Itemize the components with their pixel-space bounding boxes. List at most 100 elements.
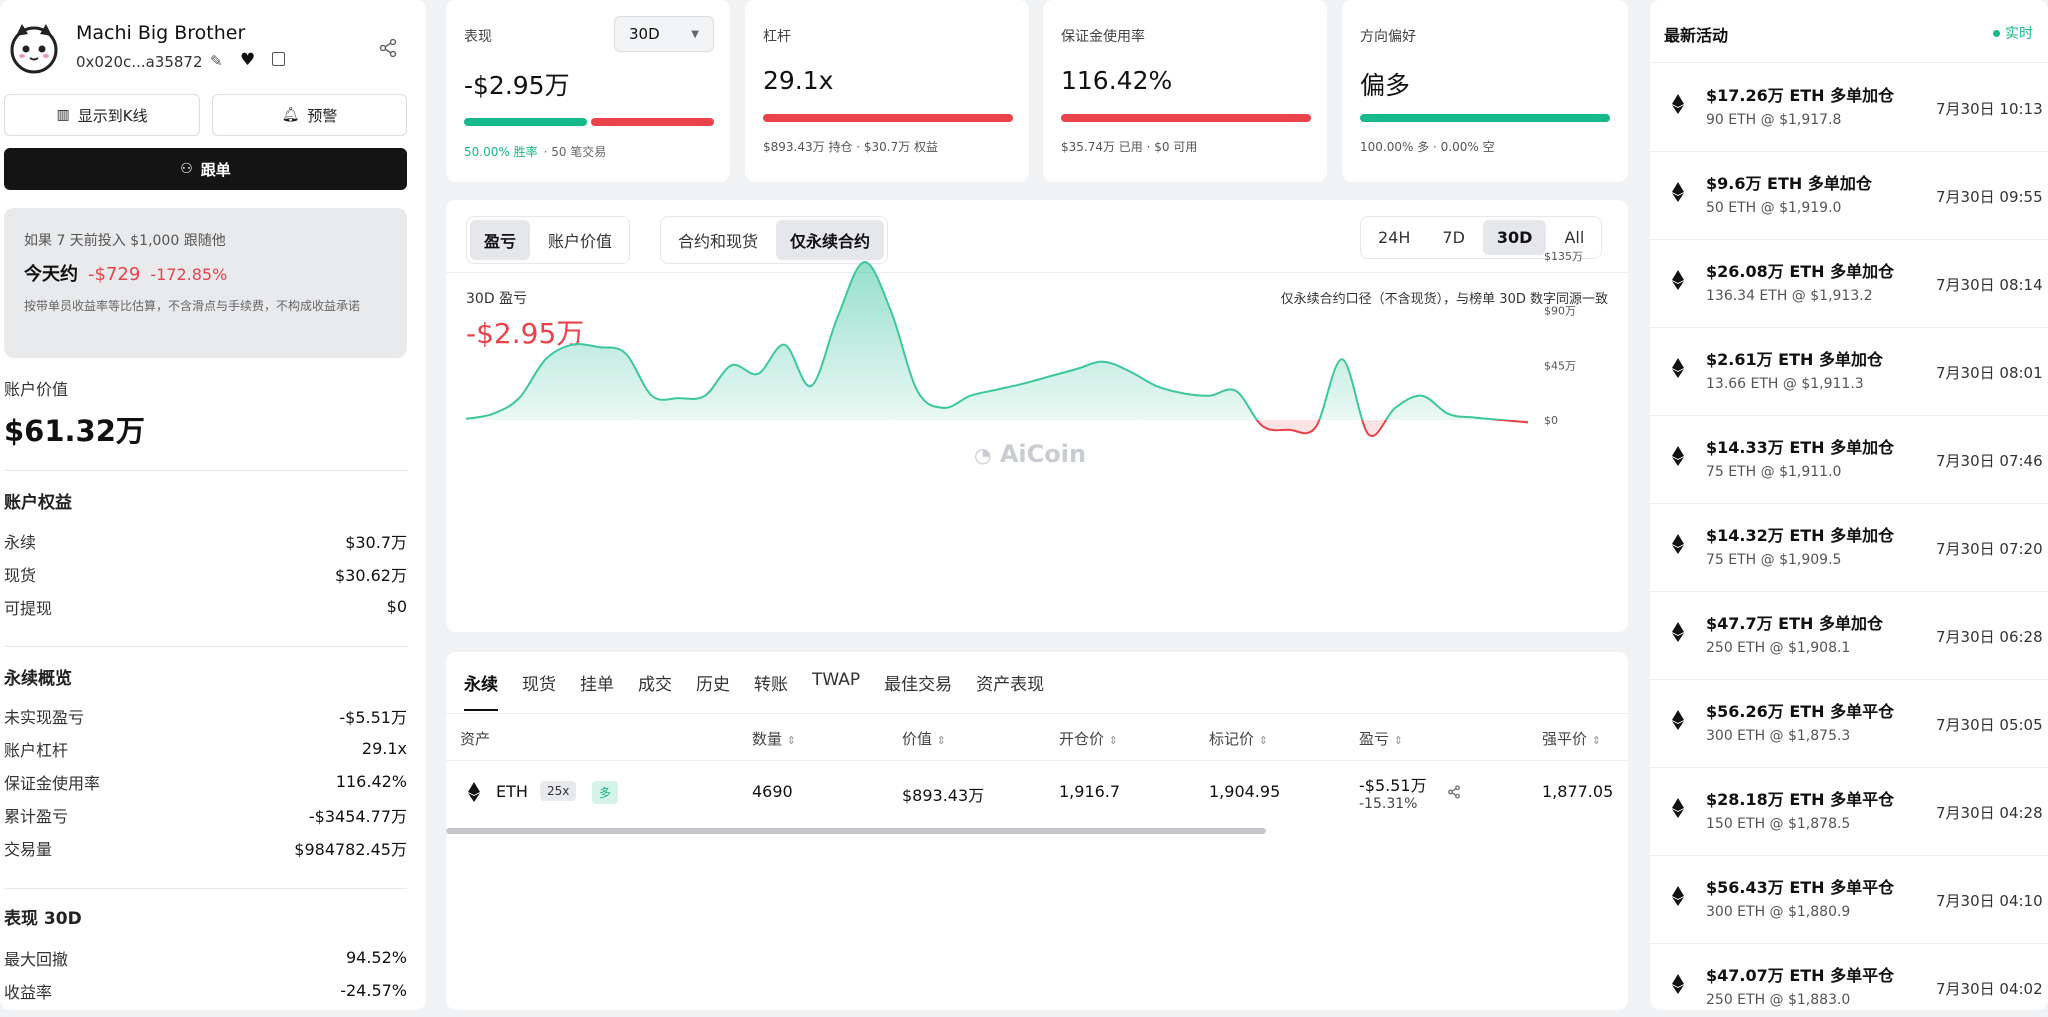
activity-time: 7月30日 09:55	[1936, 188, 2043, 206]
margin-bar	[1061, 114, 1311, 122]
tab-contract-and-spot[interactable]: 合约和现货	[664, 220, 772, 260]
activity-item[interactable]: $14.33万 ETH 多单加仓 75 ETH @ $1,911.0 7月30日 0…	[1650, 416, 2048, 504]
follow-simulation-card: 如果 7 天前投入 $1,000 跟随他 今天约 -$729 -172.85% …	[4, 208, 407, 358]
tab-pnl[interactable]: 盈亏	[470, 220, 531, 260]
activity-summary: $14.33万 ETH 多单加仓	[1706, 438, 1895, 457]
range-all[interactable]: All	[1550, 220, 1598, 255]
copy-icon[interactable]	[272, 52, 285, 66]
period-select[interactable]: 30D ▼	[614, 16, 714, 52]
perf-list: 最大回撤 94.52% 收益率 -24.57%	[4, 941, 407, 1007]
live-dot-icon	[1993, 29, 2000, 37]
share-icon[interactable]	[378, 38, 398, 62]
activity-summary: $56.26万 ETH 多单平仓	[1706, 702, 1895, 721]
activity-detail: 13.66 ETH @ $1,911.3	[1706, 376, 1864, 392]
range-24h[interactable]: 24H	[1364, 220, 1424, 255]
divider	[1650, 62, 2048, 63]
kv-row: 可提现 $0	[4, 597, 407, 618]
positions-tabs: 永续 现货 挂单 成交 历史 转账 TWAP 最佳交易 资产表现	[464, 670, 1044, 711]
activity-detail: 250 ETH @ $1,883.0	[1706, 992, 1851, 1008]
activity-item[interactable]: $56.43万 ETH 多单平仓 300 ETH @ $1,880.9 7月30日 …	[1650, 856, 2048, 944]
tab-twap[interactable]: TWAP	[812, 670, 860, 711]
tab-open-orders[interactable]: 挂单	[580, 670, 614, 711]
tab-asset-performance[interactable]: 资产表现	[976, 670, 1044, 711]
account-value: $61.32万	[4, 414, 145, 448]
activity-summary: $28.18万 ETH 多单平仓	[1706, 790, 1895, 809]
equity-list: 永续 $30.7万 现货 $30.62万 可提现 $0	[4, 524, 407, 623]
live-indicator: 实时	[1993, 23, 2033, 43]
range-30d[interactable]: 30D	[1482, 220, 1547, 255]
col-entry[interactable]: 开仓价 ⇕	[1059, 728, 1118, 749]
show-kline-button[interactable]: ▥ 显示到K线	[4, 94, 200, 136]
activity-item[interactable]: $47.07万 ETH 多单平仓 250 ETH @ $1,883.0 7月30日 …	[1650, 944, 2048, 1017]
tab-account-value[interactable]: 账户价值	[534, 220, 626, 260]
chart-panel: 盈亏 账户价值 合约和现货 仅永续合约 24H 7D 30D All 30D 盈…	[446, 200, 1628, 632]
sort-icon: ⇕	[786, 734, 797, 747]
activity-summary: $47.7万 ETH 多单加仓	[1706, 614, 1883, 633]
edit-icon[interactable]: ✎	[210, 52, 223, 70]
horizontal-scrollbar[interactable]	[446, 828, 1266, 834]
divider	[446, 272, 1628, 273]
eth-icon	[1672, 710, 1688, 736]
activity-item[interactable]: $9.6万 ETH 多单加仓 50 ETH @ $1,919.0 7月30日 09:…	[1650, 152, 2048, 240]
eth-icon	[1672, 974, 1688, 1000]
tab-perp-only[interactable]: 仅永续合约	[776, 220, 885, 260]
kv-row: 交易量 $984782.45万	[4, 839, 407, 859]
eth-icon	[1672, 886, 1688, 912]
col-qty[interactable]: 数量 ⇕	[752, 728, 796, 749]
side-badge: 多	[592, 781, 619, 804]
follow-button[interactable]: ⚇ 跟单	[4, 148, 407, 190]
eth-icon	[1672, 94, 1688, 120]
activity-item[interactable]: $47.7万 ETH 多单加仓 250 ETH @ $1,908.1 7月30日 0…	[1650, 592, 2048, 680]
activity-item[interactable]: $17.26万 ETH 多单加仓 90 ETH @ $1,917.8 7月30日 1…	[1650, 64, 2048, 152]
kv-row: 最大回撤 94.52%	[4, 948, 407, 969]
activity-summary: $14.32万 ETH 多单加仓	[1706, 526, 1895, 545]
tab-transfers[interactable]: 转账	[754, 670, 788, 711]
col-value[interactable]: 价值 ⇕	[902, 728, 946, 749]
activity-item[interactable]: $28.18万 ETH 多单平仓 150 ETH @ $1,878.5 7月30日 …	[1650, 768, 2048, 856]
tab-best-trades[interactable]: 最佳交易	[884, 670, 952, 711]
activity-item[interactable]: $14.32万 ETH 多单加仓 75 ETH @ $1,909.5 7月30日 0…	[1650, 504, 2048, 592]
sort-icon: ⇕	[1258, 734, 1269, 747]
share-icon[interactable]	[1447, 784, 1461, 803]
kline-icon: ▥	[56, 107, 70, 123]
tab-fills[interactable]: 成交	[638, 670, 672, 711]
col-liq[interactable]: 强平价 ⇕	[1542, 728, 1601, 749]
follow-icon: ⚇	[180, 161, 193, 177]
activity-item[interactable]: $2.61万 ETH 多单加仓 13.66 ETH @ $1,911.3 7月30日…	[1650, 328, 2048, 416]
activity-time: 7月30日 08:01	[1936, 364, 2043, 382]
stat-card-direction: 方向偏好 偏多 100.00% 多 · 0.00% 空	[1342, 0, 1628, 182]
divider	[4, 646, 407, 647]
range-7d[interactable]: 7D	[1428, 220, 1479, 255]
activity-item[interactable]: $26.08万 ETH 多单加仓 136.34 ETH @ $1,913.2 7月3…	[1650, 240, 2048, 328]
activity-detail: 300 ETH @ $1,875.3	[1706, 728, 1851, 744]
chart-scope-tabs: 合约和现货 仅永续合约	[660, 216, 889, 264]
winrate-bar-loss	[591, 118, 714, 126]
tab-perpetual[interactable]: 永续	[464, 670, 498, 711]
tab-spot[interactable]: 现货	[522, 670, 556, 711]
alert-button[interactable]: 🔔︎ 预警	[212, 94, 407, 136]
divider	[446, 760, 1628, 761]
kv-row: 保证金使用率 116.42%	[4, 772, 407, 793]
aicoin-logo-icon: ◔	[974, 443, 992, 467]
activity-item[interactable]: $56.26万 ETH 多单平仓 300 ETH @ $1,875.3 7月30日 …	[1650, 680, 2048, 768]
col-mark[interactable]: 标记价 ⇕	[1209, 728, 1268, 749]
activity-detail: 75 ETH @ $1,911.0	[1706, 464, 1842, 480]
chart-range-tabs: 24H 7D 30D All	[1360, 216, 1603, 259]
activity-detail: 300 ETH @ $1,880.9	[1706, 904, 1851, 920]
divider	[446, 713, 1628, 714]
activity-detail: 50 ETH @ $1,919.0	[1706, 200, 1842, 216]
chart-metric-tabs: 盈亏 账户价值	[466, 216, 631, 264]
pnl-chart: $135万$90万$45万$0	[465, 250, 1583, 438]
activity-time: 7月30日 06:28	[1936, 628, 2043, 646]
eth-icon	[468, 782, 480, 806]
chart-note: 仅永续合约口径（不含现货），与榜单 30D 数字同源一致	[1280, 292, 1608, 307]
divider	[4, 888, 407, 889]
tab-history[interactable]: 历史	[696, 670, 730, 711]
avatar	[8, 22, 60, 74]
col-pnl[interactable]: 盈亏 ⇕	[1359, 728, 1403, 749]
stat-card-performance: 表现 30D ▼ -$2.95万 50.00% 胜率 · 50 笔交易	[446, 0, 730, 182]
activity-detail: 75 ETH @ $1,909.5	[1706, 552, 1842, 568]
heart-icon[interactable]: ♥	[240, 50, 255, 70]
y-tick-label: $45万	[1544, 359, 1576, 372]
activity-time: 7月30日 04:28	[1936, 804, 2043, 822]
